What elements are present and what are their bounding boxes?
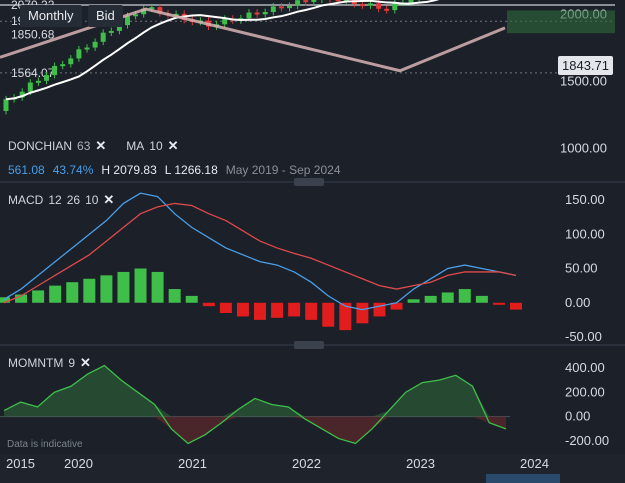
momentum-name: MOMNTM bbox=[8, 356, 64, 370]
period-button[interactable]: Monthly bbox=[20, 5, 82, 27]
price-candle bbox=[60, 64, 66, 67]
momentum-axis-tick: 0.00 bbox=[565, 409, 590, 424]
macd-remove-icon[interactable]: ✕ bbox=[103, 192, 114, 208]
donchian-remove-icon[interactable]: ✕ bbox=[95, 138, 106, 154]
donchian-name: DONCHIAN bbox=[8, 139, 73, 153]
range-percent: 43.74% bbox=[52, 163, 94, 177]
macd-histogram-bar bbox=[510, 302, 522, 310]
macd-histogram-bar bbox=[271, 302, 284, 318]
donchian-legend: DONCHIAN 63 ✕ MA 10 ✕ bbox=[8, 138, 179, 154]
macd-axis-tick: 150.00 bbox=[565, 192, 605, 207]
momentum-axis-tick: 400.00 bbox=[565, 360, 605, 375]
macd-histogram-bar bbox=[100, 275, 113, 303]
macd-histogram-bar bbox=[407, 299, 420, 303]
macd-histogram-bar bbox=[492, 302, 505, 305]
price-candle bbox=[27, 82, 33, 92]
price-candle bbox=[44, 75, 49, 81]
price-candle bbox=[3, 99, 9, 112]
ma-period: 10 bbox=[149, 139, 163, 153]
macd-histogram-bar bbox=[356, 302, 369, 324]
macd-histogram-bar bbox=[32, 290, 45, 303]
macd-histogram-bar bbox=[66, 282, 79, 303]
momentum-axis-tick: -200.00 bbox=[565, 433, 609, 448]
macd-histogram-bar bbox=[441, 292, 454, 303]
ma-remove-icon[interactable]: ✕ bbox=[168, 138, 179, 154]
price-candle bbox=[52, 65, 58, 76]
macd-histogram-bar bbox=[305, 302, 318, 320]
ma-name: MA bbox=[126, 139, 145, 153]
time-axis-label: 2015 bbox=[6, 456, 35, 471]
macd-histogram-bar bbox=[219, 302, 232, 314]
side-button[interactable]: Bid bbox=[88, 5, 123, 27]
donchian-period: 63 bbox=[77, 139, 91, 153]
macd-histogram-bar bbox=[254, 302, 266, 320]
date-span: May 2019 - Sep 2024 bbox=[225, 163, 341, 177]
panel-resize-handle bbox=[294, 178, 324, 186]
momentum-legend: MOMNTM 9 ✕ bbox=[8, 355, 91, 371]
price-candle bbox=[35, 80, 41, 83]
momentum-period: 9 bbox=[68, 356, 76, 370]
time-axis-label: 2022 bbox=[292, 456, 321, 471]
time-axis-label: 2020 bbox=[64, 456, 93, 471]
range-stats: 561.08 43.74% H 2079.83 L 1266.18 May 20… bbox=[8, 163, 341, 177]
macd-axis-tick: 100.00 bbox=[565, 226, 605, 241]
momentum-remove-icon[interactable]: ✕ bbox=[80, 355, 91, 371]
macd-p2: 26 bbox=[66, 193, 81, 207]
macd-legend: MACD 12 26 10 ✕ bbox=[8, 192, 114, 208]
macd-line bbox=[3, 192, 517, 311]
price-candle bbox=[84, 47, 90, 50]
macd-histogram-bar bbox=[322, 302, 335, 327]
chart-toolbar: Monthly Bid bbox=[0, 0, 625, 32]
macd-axis-tick: 50.00 bbox=[565, 261, 598, 276]
macd-histogram-bar bbox=[83, 278, 96, 303]
macd-histogram-bar bbox=[117, 271, 130, 303]
panel-resize-handle bbox=[294, 341, 324, 349]
macd-signal-line bbox=[3, 202, 517, 304]
macd-histogram-bar bbox=[288, 302, 301, 317]
price-axis-tick: 1000.00 bbox=[560, 141, 607, 156]
macd-name: MACD bbox=[8, 193, 44, 207]
momentum-positive-area bbox=[4, 365, 506, 417]
macd-histogram-bar bbox=[168, 289, 181, 303]
macd-histogram-bar bbox=[236, 302, 249, 317]
macd-histogram-bar bbox=[458, 289, 471, 303]
macd-p1: 12 bbox=[48, 193, 62, 207]
range-value: 561.08 bbox=[8, 163, 45, 177]
macd-histogram-bar bbox=[202, 302, 215, 307]
navigator-window bbox=[486, 474, 560, 483]
macd-axis-tick: 0.00 bbox=[565, 295, 590, 310]
data-note: Data is indicative bbox=[7, 439, 83, 450]
macd-p3: 10 bbox=[85, 193, 99, 207]
macd-histogram-bar bbox=[475, 295, 488, 303]
price-candle bbox=[92, 41, 98, 48]
high-value: H 2079.83 bbox=[101, 163, 157, 177]
time-axis-label: 2023 bbox=[406, 456, 435, 471]
momentum-axis-tick: 200.00 bbox=[565, 384, 605, 399]
price-candle bbox=[100, 32, 106, 42]
time-axis-label: 2024 bbox=[520, 456, 549, 471]
macd-histogram-bar bbox=[134, 268, 147, 303]
time-axis-label: 2021 bbox=[178, 456, 207, 471]
macd-histogram-bar bbox=[424, 295, 437, 303]
macd-histogram-bar bbox=[185, 295, 198, 303]
macd-histogram-bar bbox=[49, 285, 62, 303]
last-price-tag: 1843.71 bbox=[558, 56, 613, 75]
low-value: L 1266.18 bbox=[164, 163, 218, 177]
macd-histogram-bar bbox=[151, 271, 164, 303]
price-candle bbox=[76, 49, 82, 59]
price-candle bbox=[68, 58, 74, 65]
macd-axis-tick: -50.00 bbox=[565, 329, 602, 344]
price-axis-tick: 1500.00 bbox=[560, 74, 607, 89]
chart-canvas: 2000.001500.001000.002070.221949.081850.… bbox=[0, 0, 625, 483]
